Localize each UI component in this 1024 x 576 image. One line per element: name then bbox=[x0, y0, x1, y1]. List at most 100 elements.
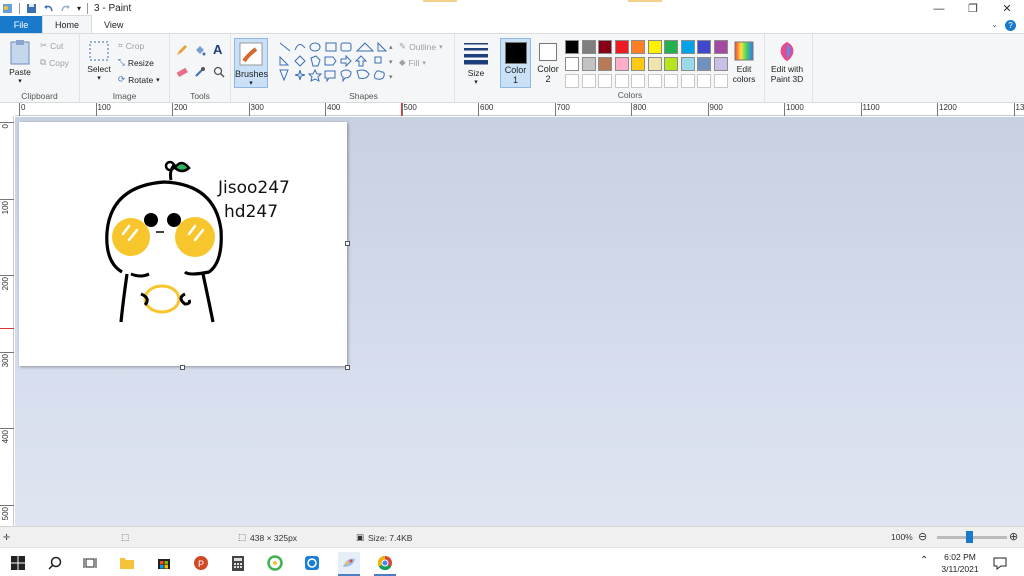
palette-swatch[interactable] bbox=[598, 57, 612, 71]
palette-swatch[interactable] bbox=[581, 74, 596, 88]
palette-swatch[interactable] bbox=[647, 40, 662, 54]
palette-swatch[interactable] bbox=[598, 40, 612, 54]
store-icon[interactable] bbox=[153, 552, 175, 574]
palette-swatch[interactable] bbox=[565, 57, 579, 71]
palette-swatch[interactable] bbox=[565, 74, 579, 88]
powerpoint-icon[interactable]: P bbox=[190, 552, 212, 574]
magnifier-icon[interactable] bbox=[213, 66, 225, 78]
edit-colors-button[interactable]: Edit colors bbox=[729, 40, 759, 84]
palette-swatch[interactable] bbox=[614, 40, 629, 54]
tray-chevron-icon[interactable]: ⌃ bbox=[920, 555, 928, 567]
title-accent bbox=[628, 0, 662, 2]
pencil-icon[interactable] bbox=[176, 44, 188, 56]
palette-swatch[interactable] bbox=[680, 74, 695, 88]
palette-swatch[interactable] bbox=[664, 40, 678, 54]
ruler-tick bbox=[784, 103, 785, 116]
palette-swatch[interactable] bbox=[614, 74, 629, 88]
palette-swatch[interactable] bbox=[680, 40, 695, 54]
minimize-icon[interactable]: — bbox=[922, 0, 956, 17]
collapse-ribbon-icon[interactable]: ⌄ bbox=[991, 20, 998, 29]
palette-swatch[interactable] bbox=[697, 40, 711, 54]
shapes-scroll[interactable]: ▴ ▾ ▾ bbox=[389, 40, 393, 85]
edit-with-paint3d-button[interactable]: Edit with Paint 3D bbox=[766, 40, 808, 84]
notifications-icon[interactable] bbox=[989, 552, 1011, 574]
chrome-icon[interactable] bbox=[374, 552, 396, 574]
drawing-character bbox=[105, 160, 223, 323]
palette-swatch[interactable] bbox=[680, 57, 695, 71]
fill-bucket-icon[interactable] bbox=[194, 44, 206, 56]
shapes-gallery[interactable] bbox=[277, 40, 389, 84]
palette-swatch[interactable] bbox=[631, 74, 645, 88]
copy-button[interactable]: ⧉ Copy bbox=[40, 57, 69, 68]
calculator-icon[interactable] bbox=[227, 552, 249, 574]
zoom-in-icon[interactable]: ⊕ bbox=[1009, 530, 1018, 543]
customize-quick-access-icon[interactable]: ▾ bbox=[77, 4, 81, 13]
palette-swatch[interactable] bbox=[614, 57, 629, 71]
chat-app-icon[interactable] bbox=[264, 552, 286, 574]
palette-swatch[interactable] bbox=[647, 57, 662, 71]
color-picker-icon[interactable] bbox=[194, 66, 206, 78]
svg-text:P: P bbox=[198, 559, 204, 569]
color1-button[interactable]: Color 1 bbox=[500, 38, 531, 88]
palette-swatch[interactable] bbox=[664, 74, 678, 88]
palette-swatch[interactable] bbox=[631, 40, 645, 54]
palette-swatch[interactable] bbox=[598, 74, 612, 88]
text-tool-icon[interactable]: A bbox=[213, 42, 222, 57]
select-dropdown-icon[interactable]: ▾ bbox=[84, 74, 114, 82]
paint-taskbar-icon[interactable] bbox=[338, 552, 360, 574]
fill-label: Fill bbox=[408, 57, 420, 68]
tab-view[interactable]: View bbox=[92, 16, 135, 33]
redo-icon[interactable] bbox=[60, 3, 71, 14]
restore-icon[interactable]: ❐ bbox=[956, 0, 990, 17]
search-icon[interactable] bbox=[44, 552, 66, 574]
clock-time: 6:02 PM bbox=[944, 552, 976, 562]
outline-label: Outline bbox=[409, 41, 437, 52]
resize-handle-bottom[interactable] bbox=[180, 365, 185, 370]
palette-swatch[interactable] bbox=[664, 57, 678, 71]
paste-button[interactable]: Paste ▾ bbox=[6, 39, 34, 85]
resize-handle-right[interactable] bbox=[345, 241, 350, 246]
rotate-button[interactable]: ⟳ Rotate ▾ bbox=[118, 74, 160, 85]
outline-button[interactable]: ✎ Outline ▾ bbox=[399, 41, 443, 52]
undo-icon[interactable] bbox=[43, 3, 54, 14]
palette-swatch[interactable] bbox=[713, 57, 728, 71]
palette-swatch[interactable] bbox=[581, 57, 596, 71]
palette-swatch[interactable] bbox=[697, 74, 711, 88]
close-icon[interactable]: ✕ bbox=[990, 0, 1024, 17]
resize-handle-corner[interactable] bbox=[345, 365, 350, 370]
file-explorer-icon[interactable] bbox=[116, 552, 138, 574]
palette-swatch[interactable] bbox=[697, 57, 711, 71]
palette-swatch[interactable] bbox=[631, 57, 645, 71]
fill-button[interactable]: ◆ Fill ▾ bbox=[399, 57, 426, 68]
palette-swatch[interactable] bbox=[647, 74, 662, 88]
tab-home[interactable]: Home bbox=[42, 15, 93, 33]
zoom-out-icon[interactable]: ⊖ bbox=[918, 530, 927, 543]
zoom-slider-thumb[interactable] bbox=[966, 531, 973, 543]
brushes-button[interactable]: Brushes ▾ bbox=[234, 38, 268, 88]
windows-start-icon[interactable] bbox=[7, 552, 29, 574]
ruler-label: 1300 bbox=[1015, 103, 1024, 112]
palette-swatch[interactable] bbox=[713, 40, 728, 54]
save-icon[interactable] bbox=[26, 3, 37, 14]
messenger-icon[interactable] bbox=[301, 552, 323, 574]
resize-button[interactable]: ⤡ Resize bbox=[118, 57, 154, 68]
drawing-canvas[interactable]: Jisoo247 hd247 bbox=[19, 122, 347, 366]
palette-swatch[interactable] bbox=[713, 74, 728, 88]
select-button[interactable]: Select ▾ bbox=[84, 40, 114, 82]
clock[interactable]: 6:02 PM 3/11/2021 bbox=[936, 551, 984, 575]
task-view-icon[interactable] bbox=[79, 552, 101, 574]
size-dropdown-icon: ▾ bbox=[474, 79, 478, 86]
ruler-tick bbox=[0, 122, 14, 123]
palette-swatch[interactable] bbox=[581, 40, 596, 54]
paste-icon bbox=[10, 40, 30, 65]
eraser-icon[interactable] bbox=[176, 66, 188, 78]
color2-button[interactable]: Color 2 bbox=[534, 38, 562, 88]
size-button[interactable]: Size ▾ bbox=[460, 40, 492, 86]
ruler-tick bbox=[860, 103, 862, 116]
cut-button[interactable]: ✂ Cut bbox=[40, 40, 63, 51]
paste-dropdown-icon[interactable]: ▾ bbox=[6, 77, 34, 85]
tab-file[interactable]: File bbox=[0, 16, 42, 33]
palette-swatch[interactable] bbox=[565, 40, 579, 54]
crop-button[interactable]: ⌗ Crop bbox=[118, 40, 144, 51]
help-icon[interactable]: ? bbox=[1005, 20, 1016, 31]
